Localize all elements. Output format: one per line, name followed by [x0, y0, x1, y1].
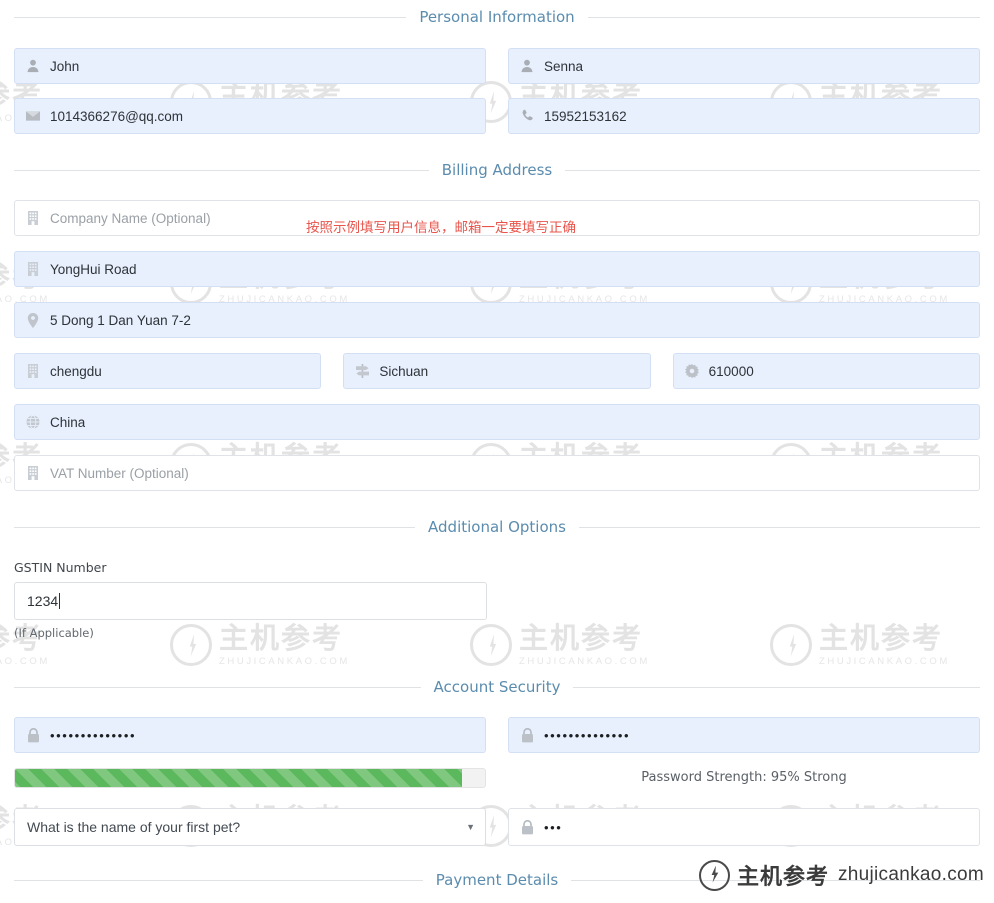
section-header-personal-information: Personal Information: [0, 8, 994, 26]
lightning-bolt-icon: [698, 859, 730, 891]
row-contact: 1014366276@qq.com 15952153162: [0, 98, 994, 134]
address-line-1-field[interactable]: YongHui Road: [14, 251, 980, 287]
section-header-billing-address: Billing Address: [0, 161, 994, 179]
state-value: Sichuan: [379, 363, 429, 379]
divider-left: [14, 686, 421, 688]
vat-number-placeholder: VAT Number (Optional): [50, 465, 189, 481]
security-question-select[interactable]: What is the name of your first pet? ▼: [14, 808, 486, 846]
confirm-password-field[interactable]: ••••••••••••••: [508, 717, 980, 753]
divider-left: [14, 169, 429, 171]
building-icon: [25, 465, 41, 481]
divider-right: [587, 16, 980, 18]
first-name-value: John: [50, 58, 80, 74]
gstin-group: GSTIN Number 1234 (If Applicable): [14, 560, 487, 640]
building-icon: [25, 210, 41, 226]
security-question-value: What is the name of your first pet?: [27, 819, 241, 835]
password-strength-text: Password Strength: 95% Strong: [641, 770, 847, 785]
divider-right: [573, 686, 980, 688]
building-icon: [25, 261, 41, 277]
divider-left: [14, 879, 423, 881]
last-name-field[interactable]: Senna: [508, 48, 980, 84]
lock-icon: [519, 819, 535, 835]
city-field[interactable]: chengdu: [14, 353, 322, 389]
map-pin-icon: [25, 312, 41, 328]
row-strength: Password Strength: 95% Strong: [0, 768, 994, 788]
address-line-2-field[interactable]: 5 Dong 1 Dan Yuan 7-2: [14, 302, 980, 338]
company-name-placeholder: Company Name (Optional): [50, 210, 211, 226]
password-value: ••••••••••••••: [50, 727, 137, 743]
section-header-account-security: Account Security: [0, 678, 994, 696]
address-line-2-value: 5 Dong 1 Dan Yuan 7-2: [50, 312, 191, 328]
state-field[interactable]: Sichuan: [343, 353, 651, 389]
envelope-icon: [25, 108, 41, 124]
globe-icon: [25, 414, 41, 430]
site-logo-footer: 主机参考 zhujicankao.com: [698, 859, 984, 891]
map-signs-icon: [354, 363, 370, 379]
gear-icon: [684, 363, 700, 379]
password-strength-fill: [15, 769, 462, 787]
phone-icon: [519, 108, 535, 124]
row-security-question: What is the name of your first pet? ▼ ••…: [0, 808, 994, 846]
section-title-personal-information: Personal Information: [419, 8, 575, 26]
confirm-password-value: ••••••••••••••: [544, 727, 631, 743]
lock-icon: [25, 727, 41, 743]
postcode-value: 610000: [708, 363, 754, 379]
row-address1: YongHui Road: [0, 251, 994, 287]
chevron-down-icon: ▼: [466, 822, 475, 832]
row-address2: 5 Dong 1 Dan Yuan 7-2: [0, 302, 994, 338]
user-icon: [519, 58, 535, 74]
password-field[interactable]: ••••••••••••••: [14, 717, 486, 753]
divider-left: [14, 16, 407, 18]
gstin-input[interactable]: 1234: [14, 582, 487, 620]
first-name-field[interactable]: John: [14, 48, 486, 84]
lock-icon: [519, 727, 535, 743]
row-country: China: [0, 404, 994, 440]
section-title-account-security: Account Security: [433, 678, 561, 696]
text-caret: [59, 593, 61, 609]
building-icon: [25, 363, 41, 379]
divider-right: [578, 526, 981, 528]
address-line-1-value: YongHui Road: [50, 261, 137, 277]
divider-left: [14, 526, 416, 528]
country-field[interactable]: China: [14, 404, 980, 440]
email-field[interactable]: 1014366276@qq.com: [14, 98, 486, 134]
divider-right: [565, 169, 980, 171]
user-icon: [25, 58, 41, 74]
gstin-label: GSTIN Number: [14, 560, 107, 575]
section-title-billing-address: Billing Address: [441, 161, 553, 179]
gstin-hint: (If Applicable): [14, 626, 94, 640]
row-city-state-zip: chengdu Sichuan 610000: [0, 353, 994, 389]
registration-form-page: Personal Information John Senna 10143662…: [0, 0, 994, 903]
last-name-value: Senna: [544, 58, 584, 74]
section-title-payment-details: Payment Details: [435, 871, 559, 889]
phone-field[interactable]: 15952153162: [508, 98, 980, 134]
section-title-additional-options: Additional Options: [428, 518, 566, 536]
section-header-additional-options: Additional Options: [0, 518, 994, 536]
postcode-field[interactable]: 610000: [672, 353, 980, 389]
security-answer-value: •••: [544, 819, 563, 835]
footer-brand-cn: 主机参考: [736, 865, 829, 890]
phone-value: 15952153162: [544, 108, 627, 124]
gstin-value: 1234: [27, 593, 59, 609]
row-passwords: •••••••••••••• ••••••••••••••: [0, 717, 994, 753]
country-value: China: [50, 414, 86, 430]
row-vat: VAT Number (Optional): [0, 455, 994, 491]
password-strength-bar: [14, 768, 486, 788]
city-value: chengdu: [50, 363, 102, 379]
vat-number-field[interactable]: VAT Number (Optional): [14, 455, 980, 491]
email-value: 1014366276@qq.com: [50, 108, 184, 124]
security-answer-field[interactable]: •••: [508, 808, 980, 846]
footer-brand-url: zhujicankao.com: [837, 864, 984, 885]
row-name: John Senna: [0, 48, 994, 84]
instruction-annotation: 按照示例填写用户信息，邮箱一定要填写正确: [306, 220, 576, 236]
